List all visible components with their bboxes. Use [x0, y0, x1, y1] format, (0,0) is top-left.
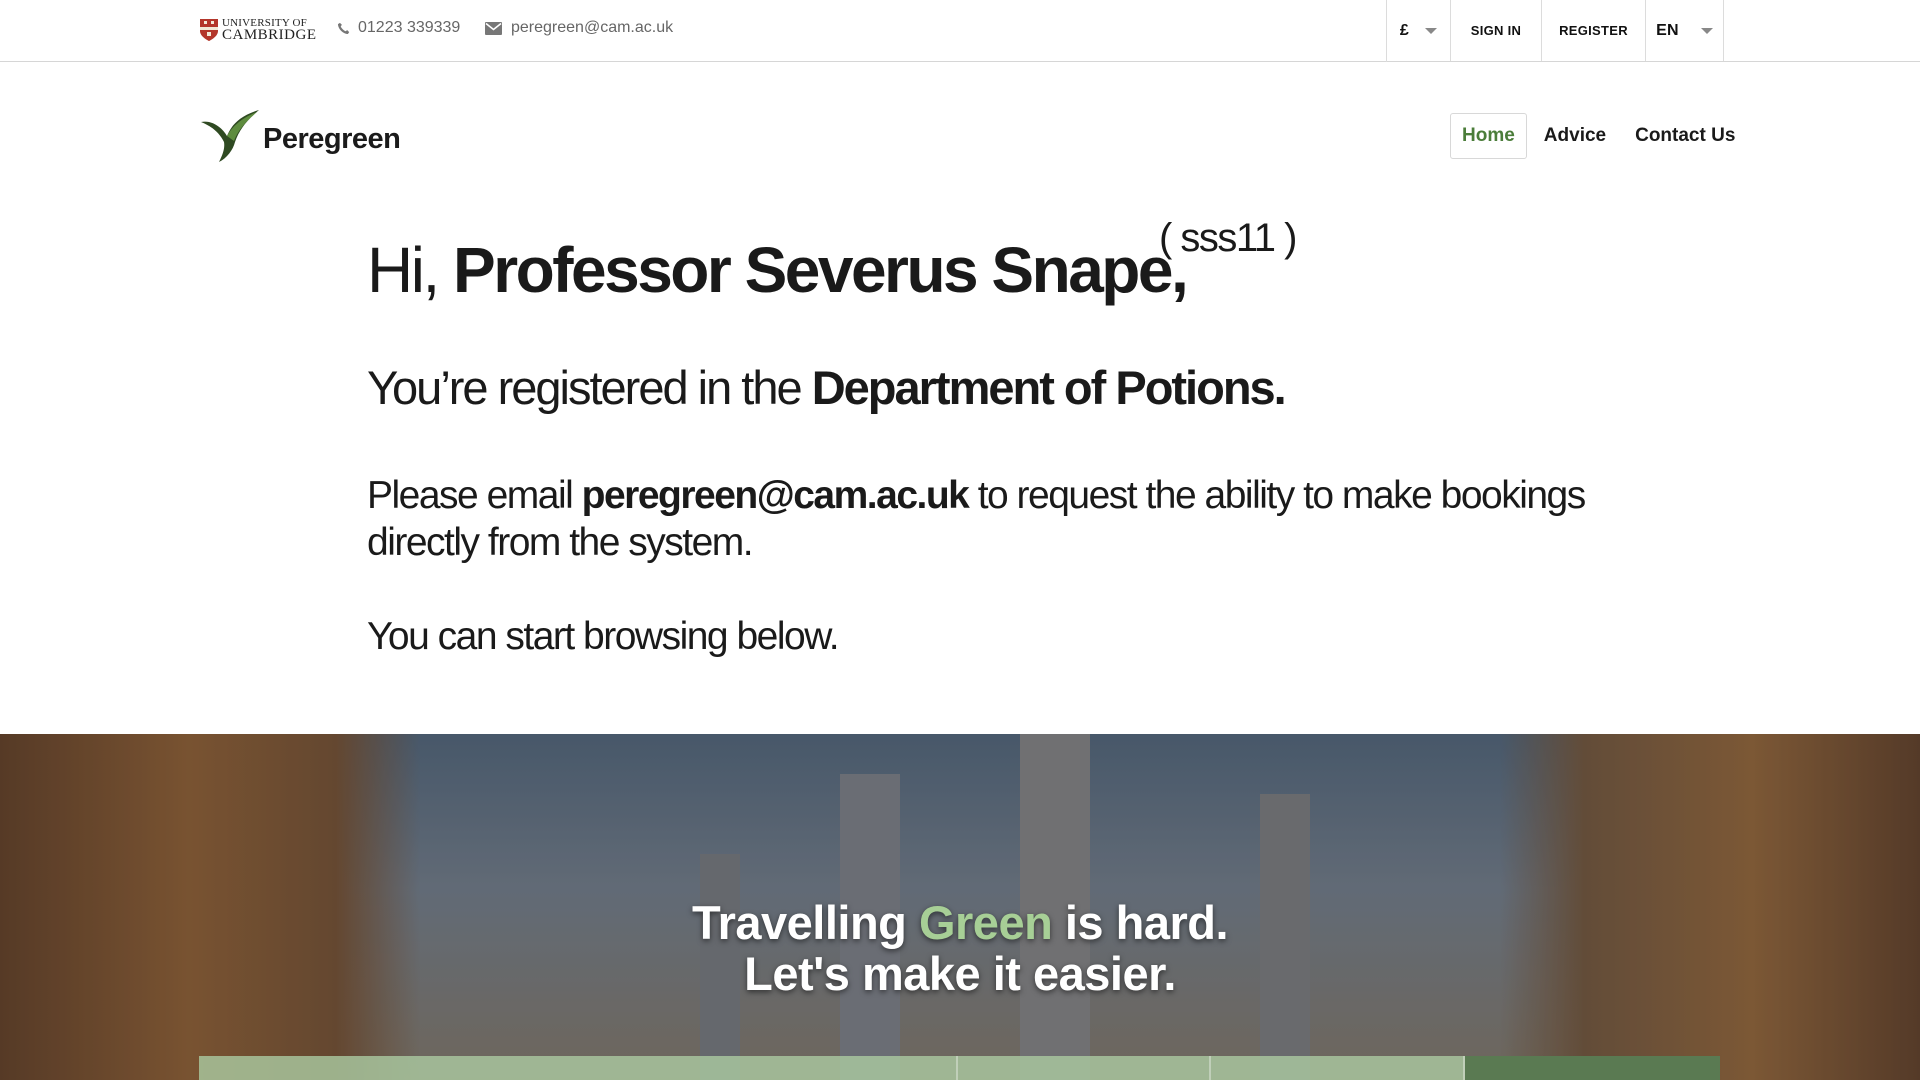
hero-green-word: Green	[918, 896, 1053, 949]
search-field-origin[interactable]	[199, 1056, 958, 1080]
register-link[interactable]: REGISTER	[1542, 0, 1646, 61]
university-logo[interactable]: UNIVERSITY OF CAMBRIDGE	[199, 16, 317, 44]
hero-title: Travelling Green is hard. Let's make it …	[0, 897, 1920, 999]
nav-home[interactable]: Home	[1450, 113, 1527, 159]
nav-contact-us[interactable]: Contact Us	[1623, 113, 1747, 159]
envelope-icon	[485, 21, 502, 35]
university-line2: CAMBRIDGE	[222, 26, 317, 43]
email-address: peregreen@cam.ac.uk	[511, 19, 674, 36]
chevron-down-icon	[1700, 27, 1713, 34]
browse-text: You can start browsing below.	[367, 615, 840, 658]
phone-contact[interactable]: 01223 339339	[337, 19, 460, 37]
booking-note: Please email peregreen@cam.ac.uk to requ…	[367, 472, 1607, 566]
account-nav: £ SIGN IN REGISTER EN	[1386, 0, 1724, 62]
university-wordmark: UNIVERSITY OF CAMBRIDGE	[222, 17, 317, 43]
search-bar	[199, 1056, 1720, 1080]
hero-line1-prefix: Travelling	[691, 896, 919, 949]
department-text: You’re registered in the Department of P…	[367, 360, 1287, 415]
phone-number: 01223 339339	[358, 19, 461, 36]
hero-line1-suffix: is hard.	[1052, 896, 1229, 949]
hero-banner: Travelling Green is hard. Let's make it …	[0, 734, 1920, 1080]
department-prefix: You’re registered in the	[367, 361, 812, 414]
brand-logo[interactable]: Peregreen	[199, 108, 401, 164]
brand-name: Peregreen	[263, 122, 401, 155]
language-selector[interactable]: EN	[1646, 0, 1724, 61]
search-field-passengers[interactable]	[1211, 1056, 1465, 1080]
email-contact[interactable]: peregreen@cam.ac.uk	[485, 19, 673, 37]
phone-icon	[337, 22, 350, 34]
chevron-down-icon	[1425, 27, 1438, 34]
language-value: EN	[1656, 21, 1679, 39]
main-nav: Home Advice Contact Us	[1450, 113, 1752, 159]
user-name: Professor Severus Snape,	[453, 234, 1189, 306]
nav-advice[interactable]: Advice	[1532, 113, 1618, 159]
hero-line2: Let's make it easier.	[744, 947, 1176, 1000]
cambridge-crest-icon	[200, 19, 218, 41]
sign-in-link[interactable]: SIGN IN	[1451, 0, 1542, 61]
bird-logo-icon	[201, 110, 259, 162]
greeting-hi: Hi,	[367, 234, 453, 306]
greeting-heading: Hi, Professor Severus Snape,( sss11 )	[367, 216, 1297, 307]
user-crsid: ( sss11 )	[1159, 216, 1297, 260]
currency-value: £	[1399, 21, 1410, 39]
search-button[interactable]	[1465, 1056, 1720, 1080]
note-email-link[interactable]: peregreen@cam.ac.uk	[582, 474, 970, 517]
hero-line1: Travelling Green is hard.	[0, 897, 1920, 948]
currency-selector[interactable]: £	[1387, 0, 1451, 61]
search-field-date[interactable]	[958, 1056, 1211, 1080]
top-utility-bar: UNIVERSITY OF CAMBRIDGE 01223 339339 per…	[0, 0, 1920, 62]
department-name: Department of Potions.	[811, 361, 1287, 414]
note-prefix: Please email	[367, 474, 582, 517]
